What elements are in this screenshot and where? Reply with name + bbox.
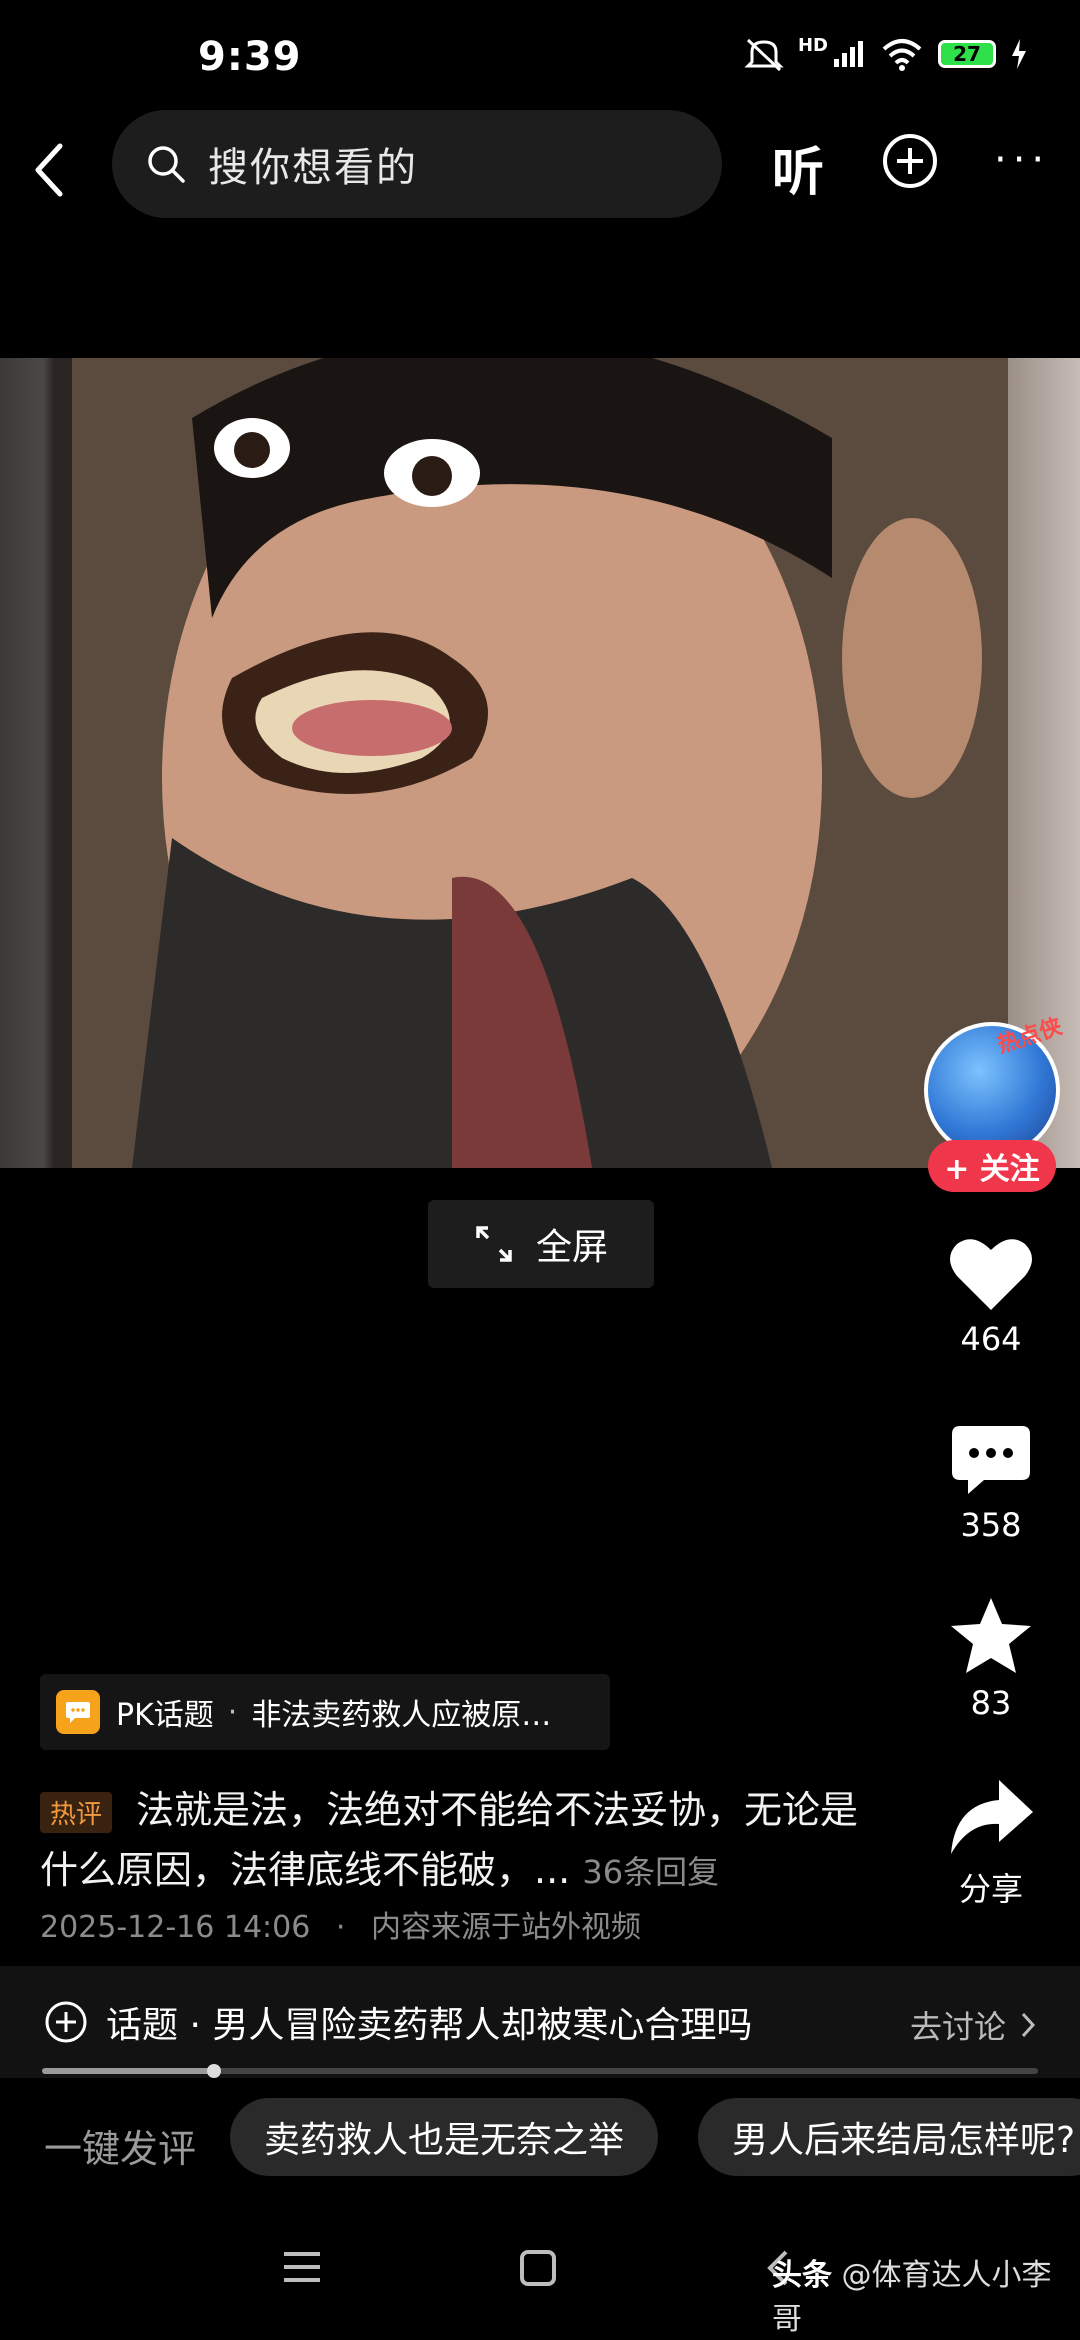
more-icon[interactable]: ··· xyxy=(994,140,1050,180)
search-input[interactable]: 搜你想看的 xyxy=(112,110,722,218)
like-button[interactable]: 464 xyxy=(926,1236,1056,1358)
wifi-icon xyxy=(882,39,922,71)
search-placeholder: 搜你想看的 xyxy=(208,145,418,191)
pk-topic-text: 非法卖药救人应被原… xyxy=(251,1698,552,1733)
video-progress-fill xyxy=(42,2068,215,2074)
pk-topic-chip[interactable]: PK话题 · 非法卖药救人应被原… xyxy=(40,1674,610,1750)
signal-icon xyxy=(834,41,863,67)
plus-circle-icon xyxy=(45,2001,87,2043)
fullscreen-label: 全屏 xyxy=(535,1227,608,1268)
add-icon[interactable] xyxy=(882,133,938,189)
quick-comment-chip[interactable]: 卖药救人也是无奈之举 xyxy=(230,2098,659,2176)
share-label: 分享 xyxy=(958,1870,1023,1908)
reply-count[interactable]: 36条回复 xyxy=(582,1853,719,1891)
post-date: 2025-12-16 14:06 xyxy=(40,1910,311,1945)
heart-icon xyxy=(950,1239,1032,1310)
charging-icon xyxy=(1012,39,1026,69)
post-source: 内容来源于站外视频 xyxy=(370,1910,641,1945)
battery-indicator: 27 xyxy=(938,40,996,68)
home-icon[interactable] xyxy=(520,2250,556,2286)
meta-separator: · xyxy=(335,1910,346,1945)
topic-bar[interactable]: 话题 · 男人冒险卖药帮人却被寒心合理吗 去讨论 xyxy=(0,1966,1080,2078)
hot-comment-text: 法就是法，法绝对不能给不法妥协，无论是什么原因，法律底线不能破，... xyxy=(40,1788,859,1892)
network-label: HD xyxy=(797,34,828,56)
star-icon xyxy=(951,1598,1031,1673)
video-frame-image xyxy=(72,358,1008,1168)
comment-button[interactable]: 358 xyxy=(926,1422,1056,1544)
expand-icon xyxy=(476,1226,512,1262)
chevron-right-icon xyxy=(1021,2012,1036,2038)
status-time: 9:39 xyxy=(198,34,302,80)
quick-comment-label: 一键发评 xyxy=(44,2127,197,2171)
quick-comment-chip[interactable]: 男人后来结局怎样呢? xyxy=(698,2098,1080,2176)
watermark-brand: 头条 xyxy=(772,2258,832,2293)
hot-comment[interactable]: 法就是法，法绝对不能给不法妥协，无论是什么原因，法律底线不能破，... 36条回… xyxy=(40,1780,860,1902)
listen-button[interactable]: 听 xyxy=(772,130,824,205)
face-illustration xyxy=(72,358,1008,1168)
like-count: 464 xyxy=(960,1320,1022,1358)
comment-count: 358 xyxy=(960,1506,1022,1544)
back-icon[interactable] xyxy=(30,140,70,200)
post-meta: 2025-12-16 14:06 · 内容来源于站外视频 xyxy=(40,1902,641,1946)
pk-topic-label: PK话题 xyxy=(116,1698,214,1733)
fullscreen-button[interactable]: 全屏 xyxy=(428,1200,654,1288)
watermark: 头条 @体育达人小李哥 xyxy=(772,2250,1080,2338)
share-button[interactable]: 分享 xyxy=(926,1778,1056,1910)
chat-bubble-icon xyxy=(56,1690,100,1734)
search-icon xyxy=(148,146,185,183)
discuss-link[interactable]: 去讨论 xyxy=(910,2002,1036,2048)
video-player[interactable] xyxy=(0,358,1080,1168)
menu-icon[interactable] xyxy=(282,2250,322,2284)
status-icons: HD 27 xyxy=(744,34,1028,72)
favorite-count: 83 xyxy=(970,1684,1012,1722)
topic-text: 话题 · 男人冒险卖药帮人却被寒心合理吗 xyxy=(106,2005,753,2046)
share-icon xyxy=(951,1780,1033,1854)
discuss-label: 去讨论 xyxy=(909,2008,1006,2046)
pk-separator: · xyxy=(227,1694,238,1730)
follow-button[interactable]: + 关注 xyxy=(928,1140,1056,1192)
mute-icon xyxy=(744,38,784,72)
comment-icon xyxy=(952,1426,1030,1494)
favorite-button[interactable]: 83 xyxy=(926,1596,1056,1722)
hot-comment-tag: 热评 xyxy=(40,1792,113,1833)
